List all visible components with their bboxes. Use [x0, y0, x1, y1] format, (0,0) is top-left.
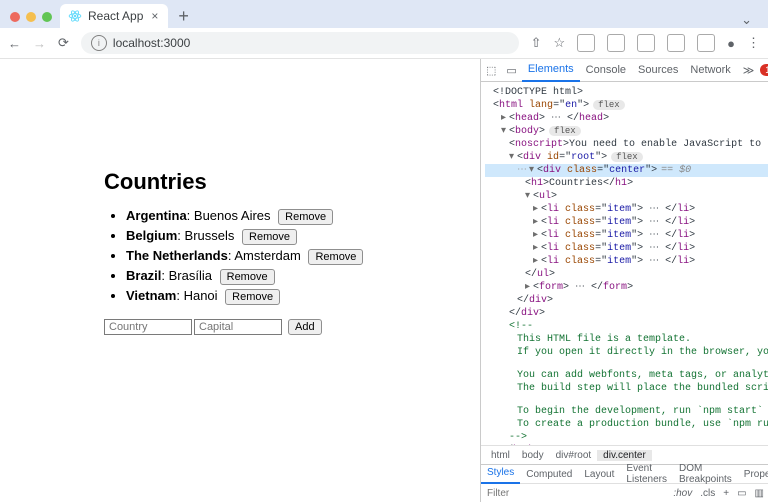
comment-text: To create a production bundle, use `npm …: [517, 419, 768, 430]
nav-forward-button[interactable]: →: [33, 36, 46, 51]
add-button[interactable]: Add: [288, 319, 322, 335]
chrome-menu-icon[interactable]: ⋮: [747, 35, 760, 51]
tab-close-icon[interactable]: ×: [149, 9, 160, 23]
page-title: Countries: [104, 169, 474, 195]
styles-filter-input[interactable]: [481, 488, 669, 499]
list-item: Vietnam: Hanoi Remove: [126, 287, 474, 305]
properties-tab[interactable]: Properties: [738, 469, 768, 480]
comment-text: This HTML file is a template.: [517, 334, 691, 345]
toolbar-actions: ⇧ ☆ ● ⋮: [531, 34, 760, 52]
window-controls-mac: [10, 12, 52, 22]
capital-input[interactable]: [194, 319, 282, 335]
crumb[interactable]: html: [485, 450, 516, 461]
chrome-tab-strip: React App × + ⌄: [0, 0, 768, 28]
browser-tab[interactable]: React App ×: [60, 4, 168, 28]
countries-app: Countries Argentina: Buenos Aires Remove…: [104, 169, 474, 335]
country-capital: Brasília: [169, 268, 212, 283]
address-bar[interactable]: i localhost:3000: [81, 32, 519, 54]
extension-icon[interactable]: [577, 34, 595, 52]
extension-icon[interactable]: [607, 34, 625, 52]
computed-panel-icon[interactable]: ▥: [751, 488, 768, 499]
profile-avatar[interactable]: ●: [727, 36, 735, 51]
styles-menu-icon[interactable]: ▭: [733, 488, 750, 499]
inspect-element-icon[interactable]: ⬚: [481, 64, 501, 77]
tab-elements[interactable]: Elements: [522, 58, 580, 82]
comment-text: To begin the development, run `npm start…: [517, 406, 768, 417]
layout-tab[interactable]: Layout: [578, 469, 620, 480]
remove-button[interactable]: Remove: [308, 249, 363, 265]
crumb[interactable]: div#root: [550, 450, 598, 461]
country-capital: Brussels: [185, 228, 235, 243]
country-input[interactable]: [104, 319, 192, 335]
nav-back-button[interactable]: ←: [8, 36, 21, 51]
tab-console[interactable]: Console: [580, 64, 632, 76]
country-capital: Buenos Aires: [194, 208, 271, 223]
share-icon[interactable]: ⇧: [531, 35, 542, 51]
url-text: localhost:3000: [113, 36, 190, 50]
dom-breadcrumb: html body div#root div.center: [481, 445, 768, 464]
comment-marker: <!--: [509, 321, 533, 332]
extension-icon[interactable]: [667, 34, 685, 52]
list-item: The Netherlands: Amsterdam Remove: [126, 247, 474, 265]
crumb[interactable]: body: [516, 450, 550, 461]
devtools-panel: ⬚ ▭ Elements Console Sources Network ≫ 1…: [480, 59, 768, 502]
comment-text: You can add webfonts, meta tags, or anal…: [517, 370, 768, 381]
extension-icon[interactable]: [697, 34, 715, 52]
tab-title: React App: [88, 9, 143, 23]
event-listeners-tab[interactable]: Event Listeners: [620, 463, 673, 485]
country-capital: Amsterdam: [234, 248, 300, 263]
tab-sources[interactable]: Sources: [632, 64, 684, 76]
crumb[interactable]: div.center: [597, 450, 652, 461]
country-list: Argentina: Buenos Aires Remove Belgium: …: [104, 207, 474, 305]
favicon-icon: [68, 9, 82, 23]
computed-tab[interactable]: Computed: [520, 469, 578, 480]
comment-text: If you open it directly in the browser, …: [517, 347, 768, 358]
doctype-node: <!DOCTYPE html>: [493, 87, 583, 98]
styles-pane: Styles Computed Layout Event Listeners D…: [481, 464, 768, 502]
comment-text: The build step will place the bundled sc…: [517, 383, 768, 394]
noscript-text: You need to enable JavaScript to run thi…: [569, 139, 768, 150]
list-item: Brazil: Brasília Remove: [126, 267, 474, 285]
window-minimize-button[interactable]: [26, 12, 36, 22]
extension-icon[interactable]: [637, 34, 655, 52]
dom-selected-node[interactable]: ⋯▾<div class="center">== $0: [485, 164, 768, 177]
tabs-overflow-icon[interactable]: ≫: [737, 64, 761, 77]
add-rule-icon[interactable]: +: [719, 488, 733, 499]
remove-button[interactable]: Remove: [220, 269, 275, 285]
error-count-badge[interactable]: 1: [760, 64, 768, 76]
reload-button[interactable]: ⟳: [58, 35, 69, 51]
window-close-button[interactable]: [10, 12, 20, 22]
list-item: Argentina: Buenos Aires Remove: [126, 207, 474, 225]
country-name: Argentina: [126, 208, 187, 223]
add-country-form: Add: [104, 319, 474, 335]
devtools-tabbar: ⬚ ▭ Elements Console Sources Network ≫ 1…: [481, 59, 768, 82]
list-item: Belgium: Brussels Remove: [126, 227, 474, 245]
cls-toggle[interactable]: .cls: [696, 488, 719, 499]
flex-badge[interactable]: flex: [611, 152, 643, 162]
comment-marker: -->: [509, 432, 527, 443]
hov-toggle[interactable]: :hov: [669, 488, 696, 499]
dom-tree[interactable]: <!DOCTYPE html> <html lang="en">flex ▸<h…: [481, 82, 768, 445]
flex-badge[interactable]: flex: [549, 126, 581, 136]
tab-network[interactable]: Network: [684, 64, 736, 76]
device-mode-icon[interactable]: ▭: [501, 64, 521, 77]
page-viewport: Countries Argentina: Buenos Aires Remove…: [0, 59, 480, 502]
dom-breakpoints-tab[interactable]: DOM Breakpoints: [673, 463, 738, 485]
site-info-icon[interactable]: i: [91, 35, 107, 51]
window-maximize-button[interactable]: [42, 12, 52, 22]
flex-badge[interactable]: flex: [593, 100, 625, 110]
country-capital: Hanoi: [184, 288, 218, 303]
country-name: Brazil: [126, 268, 161, 283]
tab-dropdown-icon[interactable]: ⌄: [735, 12, 758, 28]
country-name: Vietnam: [126, 288, 176, 303]
remove-button[interactable]: Remove: [278, 209, 333, 225]
remove-button[interactable]: Remove: [225, 289, 280, 305]
new-tab-button[interactable]: +: [168, 4, 199, 28]
country-name: Belgium: [126, 228, 177, 243]
country-name: The Netherlands: [126, 248, 228, 263]
styles-tab[interactable]: Styles: [481, 464, 520, 484]
remove-button[interactable]: Remove: [242, 229, 297, 245]
bookmark-star-icon[interactable]: ☆: [553, 35, 565, 51]
browser-toolbar: ← → ⟳ i localhost:3000 ⇧ ☆ ● ⋮: [0, 28, 768, 59]
